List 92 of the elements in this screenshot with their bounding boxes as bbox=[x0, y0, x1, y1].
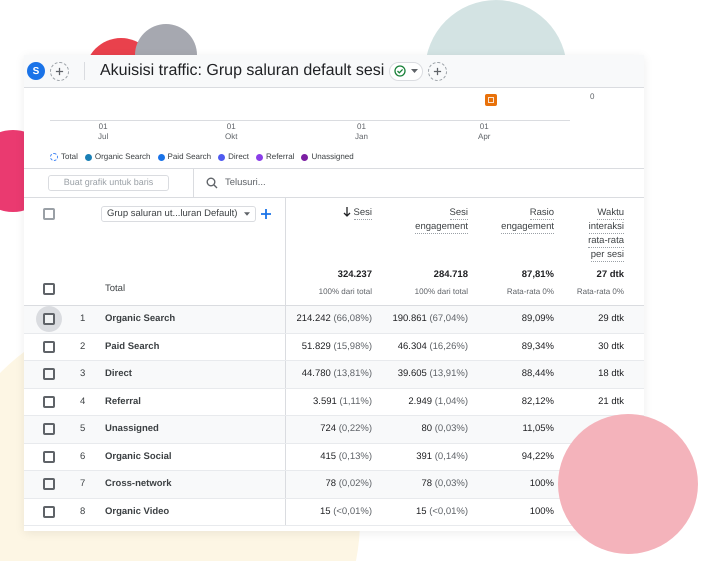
table-cell: 15 (<0,01%) bbox=[416, 504, 468, 519]
dimension-dropdown[interactable]: Grup saluran ut...luran Default) bbox=[101, 206, 256, 222]
channel-name: Organic Search bbox=[105, 312, 176, 326]
column-header[interactable]: Sesi bbox=[354, 206, 372, 220]
column-header[interactable]: Waktu interaksi rata-rata per sesi bbox=[588, 206, 624, 262]
table-cell: 46.304 (16,26%) bbox=[398, 340, 468, 354]
table-cell: 18 dtk bbox=[598, 367, 624, 382]
table-cell: 78 (0,03%) bbox=[422, 477, 468, 492]
channel-name: Direct bbox=[105, 367, 132, 382]
table-cell: 2.949 (1,04%) bbox=[408, 394, 468, 409]
channel-name: Organic Video bbox=[105, 504, 170, 519]
annotation-icon bbox=[485, 94, 497, 106]
table-cell: 100% bbox=[530, 477, 554, 492]
plus-icon bbox=[55, 66, 64, 76]
table-cell: 415 (0,13%) bbox=[320, 450, 372, 464]
column-header[interactable]: Rasio engagement bbox=[501, 206, 554, 234]
table-cell: 39.605 (13,91%) bbox=[398, 367, 468, 382]
caret-icon bbox=[411, 69, 418, 73]
row-number: 4 bbox=[79, 394, 86, 409]
search-field[interactable]: Telusuri... bbox=[194, 169, 644, 197]
checkbox[interactable] bbox=[43, 423, 55, 436]
checkbox[interactable] bbox=[43, 506, 55, 518]
legend-label: Total bbox=[61, 151, 78, 163]
checkbox[interactable] bbox=[43, 450, 55, 463]
row-number: 6 bbox=[79, 450, 86, 464]
channel-name: Organic Social bbox=[105, 450, 172, 464]
total-label: Total bbox=[105, 282, 126, 296]
total-note: 100% dari total bbox=[318, 286, 372, 298]
add-button[interactable] bbox=[50, 62, 69, 80]
table-cell: 724 (0,22%) bbox=[320, 422, 372, 436]
row-number: 7 bbox=[79, 477, 86, 492]
table-cell: 214.242 (66,08%) bbox=[296, 312, 372, 326]
axis-label: 01 Apr bbox=[478, 122, 490, 142]
legend-label: Direct bbox=[228, 151, 249, 163]
table-cell: 82,12% bbox=[522, 394, 554, 409]
row-number: 8 bbox=[79, 504, 86, 519]
axis-value: 0 bbox=[590, 91, 594, 103]
table-cell: 51.829 (15,98%) bbox=[302, 340, 372, 354]
total-note: 100% dari total bbox=[414, 286, 468, 298]
table-cell: 11,05% bbox=[522, 422, 554, 436]
table-cell: 94,22% bbox=[522, 450, 554, 464]
plus-icon bbox=[433, 66, 442, 76]
table-cell: 100% bbox=[530, 504, 554, 519]
checkbox[interactable] bbox=[43, 282, 55, 295]
table-cell: 44.780 (13,81%) bbox=[302, 367, 372, 382]
channel-name: Cross-network bbox=[105, 477, 172, 492]
table-cell: 78 (0,02%) bbox=[326, 477, 372, 492]
channel-name: Referral bbox=[105, 394, 141, 409]
total-value: 87,81% bbox=[522, 268, 554, 282]
axis-label: 01 Jul bbox=[98, 122, 108, 142]
channel-name: Unassigned bbox=[105, 422, 159, 436]
axis-label: 01 Jan bbox=[355, 122, 368, 142]
checkbox[interactable] bbox=[43, 396, 55, 408]
table-cell: 29 dtk bbox=[598, 312, 624, 326]
table-cell: 30 dtk bbox=[598, 340, 624, 354]
total-value: 324.237 bbox=[338, 268, 372, 282]
channel-name: Paid Search bbox=[105, 340, 160, 354]
legend-label: Referral bbox=[266, 151, 294, 163]
caret-icon bbox=[244, 212, 250, 216]
total-value: 27 dtk bbox=[596, 268, 624, 282]
legend-label: Organic Search bbox=[94, 151, 150, 163]
table-cell: 89,34% bbox=[522, 340, 554, 354]
avatar[interactable]: S bbox=[27, 62, 45, 80]
row-number: 1 bbox=[79, 312, 86, 326]
table-cell: 3.591 (1,11%) bbox=[313, 394, 372, 409]
column-header[interactable]: Sesi engagement bbox=[415, 206, 468, 234]
plus-icon[interactable] bbox=[261, 209, 272, 219]
checkbox[interactable] bbox=[43, 368, 55, 380]
checkbox[interactable] bbox=[43, 478, 55, 490]
table-cell: 88,44% bbox=[522, 367, 554, 382]
search-icon bbox=[206, 177, 218, 189]
table-cell: 391 (0,14%) bbox=[416, 450, 468, 464]
table-cell: 80 (0,03%) bbox=[422, 422, 468, 436]
total-note: Rata-rata 0% bbox=[576, 286, 624, 298]
checkbox[interactable] bbox=[43, 340, 55, 353]
total-value: 284.718 bbox=[434, 268, 468, 282]
add-button[interactable] bbox=[428, 62, 448, 80]
status-dropdown[interactable] bbox=[389, 62, 424, 80]
checkbox[interactable] bbox=[43, 313, 55, 326]
table-cell: 21 dtk bbox=[598, 394, 624, 409]
checkbox[interactable] bbox=[43, 208, 55, 220]
table-cell: 190.861 (67,04%) bbox=[392, 312, 468, 326]
table-cell: 15 (<0,01%) bbox=[320, 504, 372, 519]
row-number: 5 bbox=[79, 422, 86, 436]
legend-label: Paid Search bbox=[168, 151, 212, 163]
total-note: Rata-rata 0% bbox=[506, 286, 554, 298]
legend-label: Unassigned bbox=[311, 151, 354, 163]
table-cell: 89,09% bbox=[522, 312, 554, 326]
axis-label: 01 Okt bbox=[225, 122, 238, 142]
row-number: 2 bbox=[79, 340, 86, 354]
report-title: Akuisisi traffic: Grup saluran default sesi bbox=[100, 61, 384, 81]
row-number: 3 bbox=[79, 367, 86, 382]
